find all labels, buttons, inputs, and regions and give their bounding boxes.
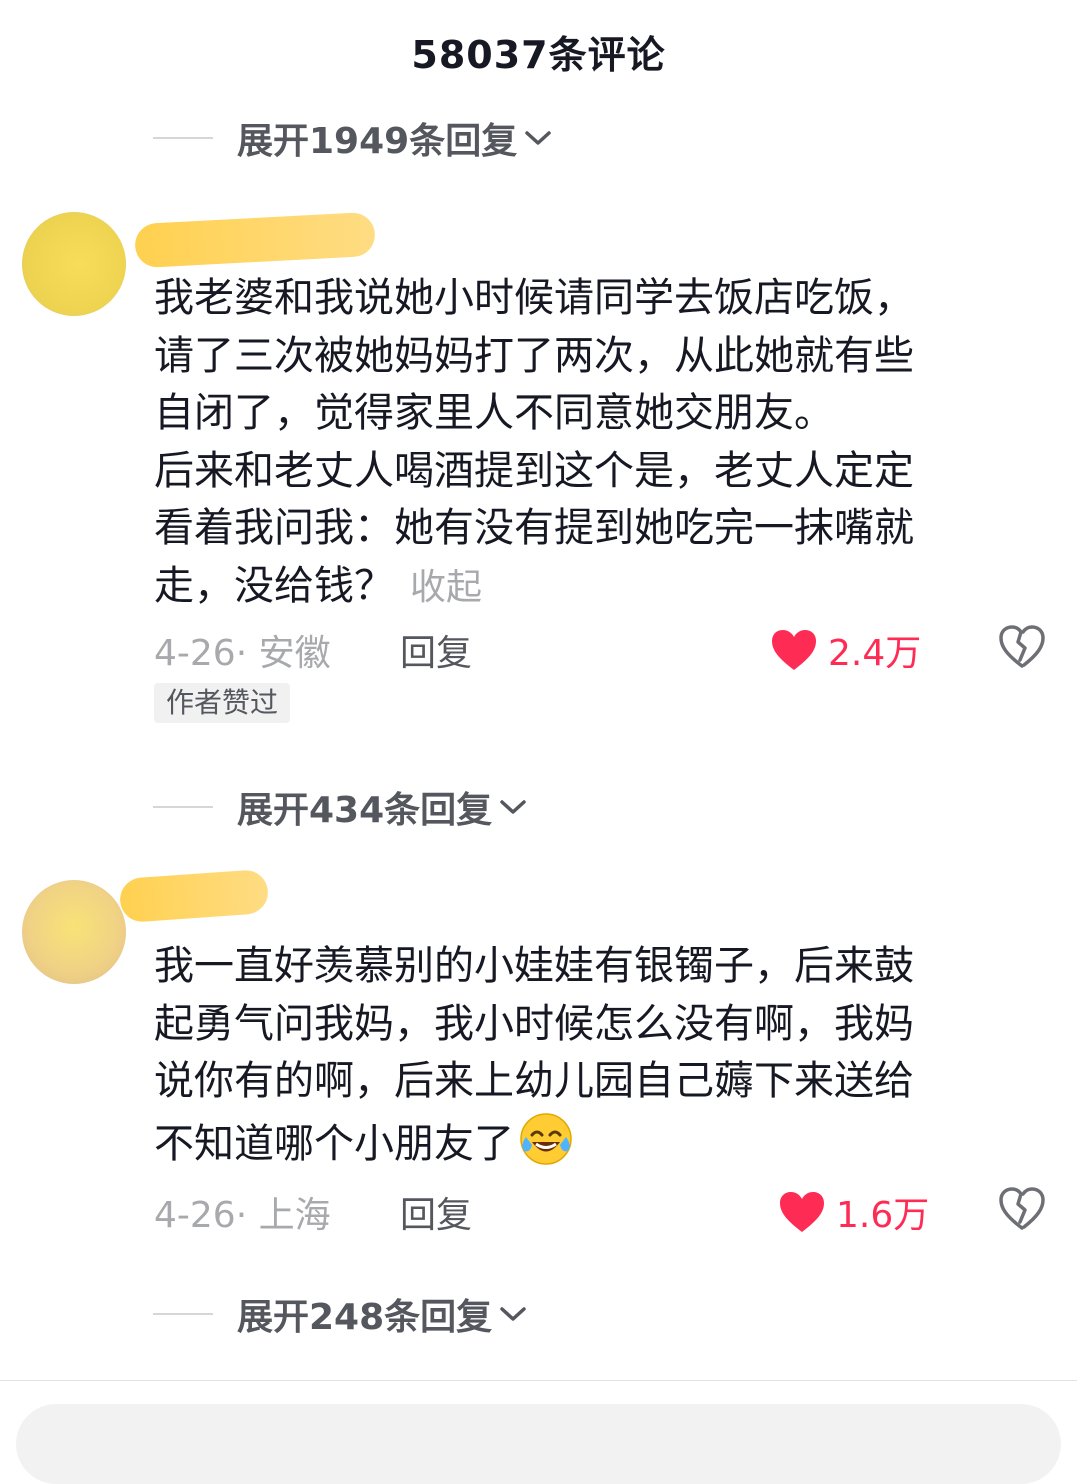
divider-line (153, 137, 213, 139)
comment-input-bar[interactable] (16, 1404, 1061, 1484)
author-liked-badge: 作者赞过 (154, 683, 291, 723)
chevron-down-icon (500, 800, 526, 814)
reply-button[interactable]: 回复 (400, 624, 472, 676)
comment-text: 我老婆和我说她小时候请同学去饭店吃饭， 请了三次被她妈妈打了两次，从此她就有些 … (154, 270, 1024, 617)
redaction-mark (22, 880, 126, 984)
broken-heart-icon[interactable] (998, 624, 1046, 670)
comment-body: 我老婆和我说她小时候请同学去饭店吃饭， 请了三次被她妈妈打了两次，从此她就有些 … (154, 275, 914, 609)
comments-count-title: 58037条评论 (411, 33, 666, 77)
like-count: 1.6万 (836, 1195, 930, 1236)
expand-replies-button[interactable]: 展开434条回复 (153, 781, 528, 833)
bottom-divider (0, 1380, 1077, 1381)
chevron-down-icon (500, 1307, 526, 1321)
chevron-down-icon (525, 131, 551, 145)
expand-replies-label: 展开248条回复 (237, 1297, 493, 1338)
laugh-cry-emoji-icon (520, 1113, 572, 1165)
username-redacted[interactable] (118, 868, 270, 924)
redaction-mark (22, 212, 126, 316)
username-redacted[interactable] (134, 211, 376, 269)
divider-line (153, 1313, 213, 1315)
comment-text: 我一直好羡慕别的小娃娃有银镯子，后来鼓 起勇气问我妈，我小时候怎么没有啊，我妈 … (154, 938, 1024, 1173)
heart-icon (780, 1192, 824, 1232)
expand-replies-button[interactable]: 展开248条回复 (153, 1288, 528, 1340)
divider-line (153, 806, 213, 808)
expand-replies-label: 展开434条回复 (237, 790, 493, 831)
broken-heart-icon[interactable] (998, 1186, 1046, 1232)
like-button[interactable]: 1.6万 (778, 1186, 929, 1238)
expand-replies-button[interactable]: 展开1949条回复 (153, 112, 553, 164)
comment-meta: 4-26· 安徽 (154, 633, 331, 674)
expand-replies-label: 展开1949条回复 (237, 121, 518, 162)
like-count: 2.4万 (828, 633, 922, 674)
comment-meta: 4-26· 上海 (154, 1195, 331, 1236)
avatar[interactable] (22, 880, 126, 984)
reply-button[interactable]: 回复 (400, 1186, 472, 1238)
heart-icon (772, 630, 816, 670)
collapse-link[interactable]: 收起 (410, 567, 482, 608)
like-button[interactable]: 2.4万 (770, 624, 921, 676)
avatar[interactable] (22, 212, 126, 316)
